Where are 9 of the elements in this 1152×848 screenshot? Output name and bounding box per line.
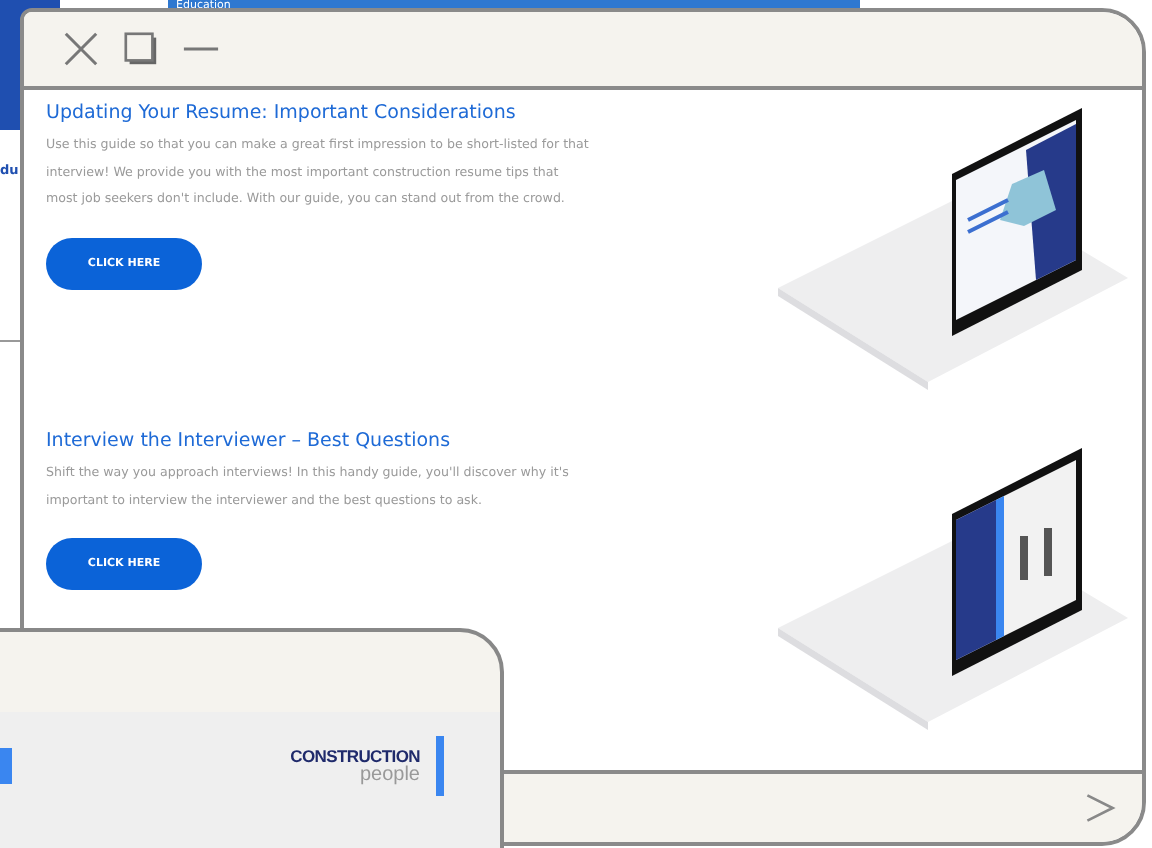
accent-bar [436,736,444,796]
logo-text: CONSTRUCTION [290,748,420,766]
restore-icon[interactable] [122,30,160,69]
chevron-right-icon[interactable] [1082,790,1118,827]
accent-bar [0,748,12,784]
close-icon[interactable] [62,30,100,69]
logo-text: people [359,766,420,784]
article-title: Updating Your Resume: Important Considerations [46,102,516,125]
article-title: Interview the Interviewer – Best Questions [46,430,451,453]
